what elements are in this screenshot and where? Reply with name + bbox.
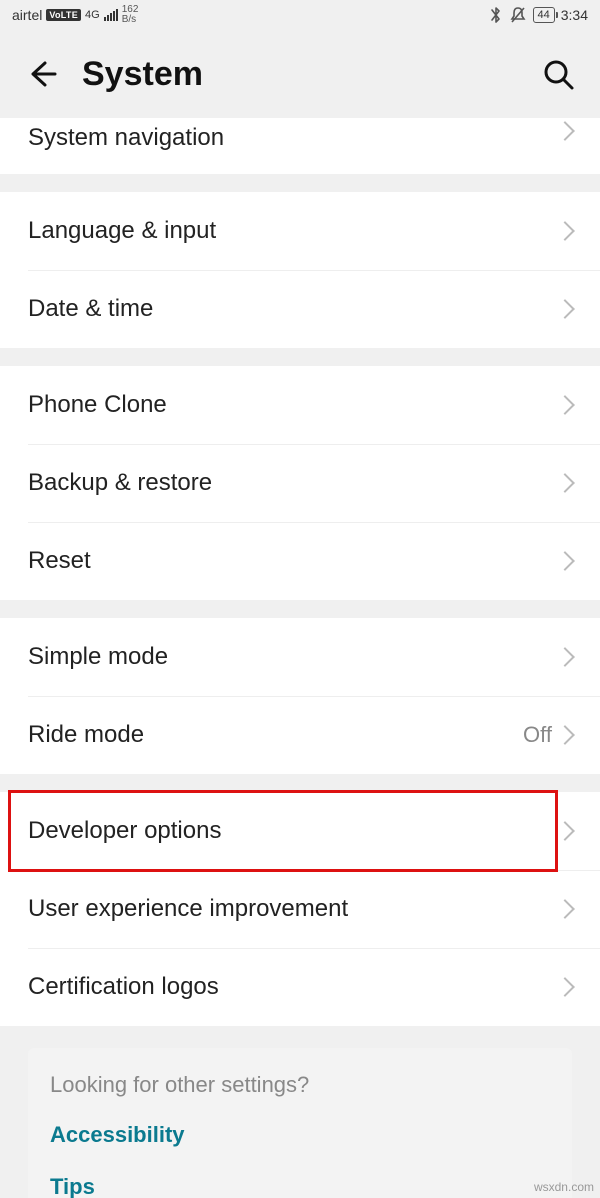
group-gap [0,600,600,618]
group-gap [0,348,600,366]
volte-badge: VoLTE [46,9,81,21]
row-label: Simple mode [28,643,558,671]
group-gap [0,774,600,792]
status-bar: airtel VoLTE 4G 162B/s 44 3:34 [0,0,600,30]
row-developer-options[interactable]: Developer options [0,792,600,870]
row-label: Phone Clone [28,391,558,419]
row-label: Reset [28,547,558,575]
settings-group: Simple mode Ride modeOff [0,618,600,774]
chevron-right-icon [555,551,575,571]
chevron-right-icon [555,821,575,841]
row-label: Developer options [28,817,558,845]
row-language-input[interactable]: Language & input [0,192,600,270]
chevron-right-icon [555,899,575,919]
row-value: Off [523,722,552,748]
back-arrow-icon [25,57,59,91]
settings-group: Developer options User experience improve… [0,792,600,1026]
row-reset[interactable]: Reset [0,522,600,600]
row-label: User experience improvement [28,895,558,923]
status-left: airtel VoLTE 4G 162B/s [12,5,138,25]
dnd-icon [509,6,527,24]
row-system-navigation[interactable]: System navigation [0,118,600,174]
row-user-experience-improvement[interactable]: User experience improvement [0,870,600,948]
row-backup-restore[interactable]: Backup & restore [0,444,600,522]
settings-group: System navigation [0,118,600,174]
clock: 3:34 [561,7,588,23]
other-settings-prompt: Looking for other settings? [50,1072,550,1098]
screen: airtel VoLTE 4G 162B/s 44 3:34 System [0,0,600,1198]
page-title: System [82,55,536,94]
row-label: System navigation [28,124,558,152]
footer-link-tips[interactable]: Tips [50,1174,550,1198]
signal-bars-icon [104,9,118,21]
data-rate: 162B/s [122,5,139,25]
chevron-right-icon [555,647,575,667]
row-phone-clone[interactable]: Phone Clone [0,366,600,444]
search-icon [541,57,575,91]
chevron-right-icon [555,221,575,241]
row-label: Ride mode [28,721,523,749]
row-simple-mode[interactable]: Simple mode [0,618,600,696]
footer-link-accessibility[interactable]: Accessibility [50,1122,550,1148]
row-certification-logos[interactable]: Certification logos [0,948,600,1026]
chevron-right-icon [555,121,575,141]
back-button[interactable] [20,52,64,96]
header: System [0,30,600,118]
settings-list: System navigation Language & input Date & … [0,118,600,1026]
row-label: Language & input [28,217,558,245]
network-type: 4G [85,10,100,21]
other-settings-card: Looking for other settings? Accessibilit… [28,1048,572,1198]
group-gap [0,174,600,192]
carrier-label: airtel [12,7,42,23]
bluetooth-icon [489,6,503,24]
settings-group: Language & input Date & time [0,192,600,348]
chevron-right-icon [555,299,575,319]
row-date-time[interactable]: Date & time [0,270,600,348]
row-ride-mode[interactable]: Ride modeOff [0,696,600,774]
chevron-right-icon [555,725,575,745]
chevron-right-icon [555,395,575,415]
status-right: 44 3:34 [489,6,589,24]
settings-group: Phone Clone Backup & restore Reset [0,366,600,600]
row-label: Backup & restore [28,469,558,497]
search-button[interactable] [536,52,580,96]
battery-icon: 44 [533,7,555,23]
chevron-right-icon [555,473,575,493]
row-label: Certification logos [28,973,558,1001]
chevron-right-icon [555,977,575,997]
watermark: wsxdn.com [534,1180,594,1194]
row-label: Date & time [28,295,558,323]
